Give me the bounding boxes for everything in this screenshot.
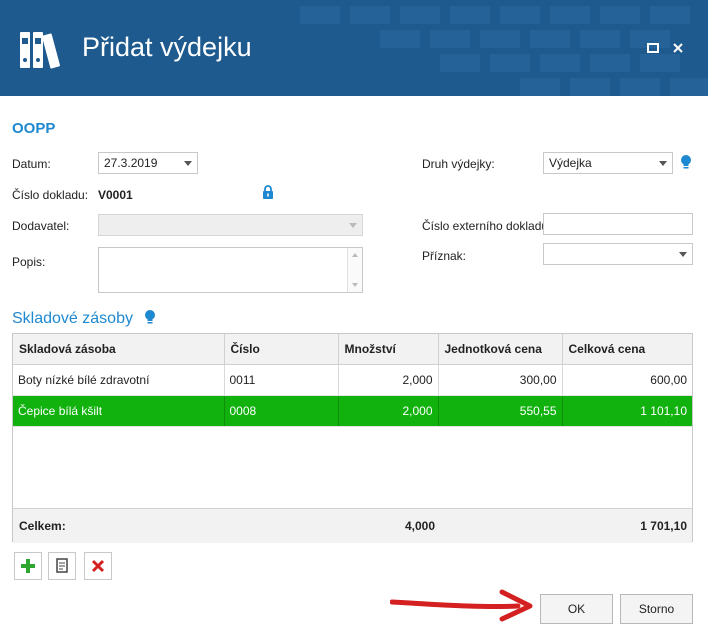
cell-total: 600,00 — [562, 364, 692, 396]
footer-qty: 4,000 — [404, 519, 435, 533]
externi-label: Číslo externího dokladu: — [422, 219, 552, 233]
stock-table: Skladová zásoba Číslo Množství Jednotkov… — [13, 334, 692, 427]
datum-value: 27.3.2019 — [104, 156, 158, 170]
window-title: Přidat výdejku — [82, 32, 252, 62]
cislo-dokladu-value: V0001 — [98, 188, 133, 202]
druh-select[interactable]: Výdejka — [543, 152, 673, 174]
chevron-down-icon[interactable] — [659, 161, 667, 166]
column-header[interactable]: Jednotková cena — [438, 334, 563, 365]
cell-unit-price: 300,00 — [438, 364, 563, 396]
dodavatel-label: Dodavatel: — [12, 219, 70, 233]
chevron-down-icon — [349, 223, 357, 228]
column-header[interactable]: Celková cena — [562, 334, 692, 365]
stock-section-title: Skladové zásoby — [12, 310, 133, 327]
chevron-down-icon[interactable] — [679, 252, 687, 257]
table-row-selected[interactable]: Čepice bílá kšilt 0008 2,000 550,55 1 10… — [13, 395, 692, 427]
maximize-icon[interactable] — [646, 42, 660, 56]
column-header[interactable]: Číslo — [224, 334, 339, 365]
cell-name: Boty nízké bílé zdravotní — [13, 364, 225, 396]
lightbulb-icon[interactable] — [680, 154, 692, 170]
table-footer: Celkem: 4,000 1 701,10 — [13, 508, 692, 543]
priznak-select[interactable] — [543, 243, 693, 265]
table-row[interactable]: Boty nízké bílé zdravotní 0011 2,000 300… — [13, 364, 692, 396]
chevron-down-icon[interactable] — [184, 161, 192, 166]
ok-button[interactable]: OK — [540, 594, 613, 624]
cell-qty: 2,000 — [338, 395, 439, 427]
stock-grid[interactable]: Skladová zásoba Číslo Množství Jednotkov… — [12, 333, 693, 543]
cislo-dokladu-label: Číslo dokladu: — [12, 188, 89, 202]
dodavatel-field[interactable] — [98, 214, 363, 236]
druh-value: Výdejka — [549, 156, 592, 170]
popis-label: Popis: — [12, 255, 46, 269]
footer-total: 1 701,10 — [640, 519, 687, 533]
delete-row-button[interactable] — [84, 552, 112, 580]
cell-unit-price: 550,55 — [438, 395, 563, 427]
section-title: OOPP — [12, 120, 56, 137]
footer-label: Celkem: — [19, 519, 66, 533]
datum-field[interactable]: 27.3.2019 — [98, 152, 198, 174]
lock-icon[interactable] — [262, 185, 274, 199]
popis-textarea[interactable] — [98, 247, 363, 293]
edit-row-button[interactable] — [48, 552, 76, 580]
textarea-scrollbar[interactable] — [347, 248, 362, 292]
plus-icon — [21, 559, 35, 573]
column-header[interactable]: Skladová zásoba — [13, 334, 225, 365]
datum-label: Datum: — [12, 157, 51, 171]
document-icon — [56, 558, 68, 573]
cell-name: Čepice bílá kšilt — [13, 395, 225, 427]
cell-number: 0008 — [224, 395, 339, 427]
priznak-label: Příznak: — [422, 249, 467, 263]
cell-qty: 2,000 — [338, 364, 439, 396]
cell-number: 0011 — [224, 364, 339, 396]
binders-icon — [20, 32, 61, 69]
druh-label: Druh výdejky: — [422, 157, 495, 171]
lightbulb-icon[interactable] — [144, 309, 156, 325]
table-header-row: Skladová zásoba Číslo Množství Jednotkov… — [13, 334, 692, 365]
externi-field[interactable] — [543, 213, 693, 235]
close-icon[interactable] — [671, 42, 685, 56]
storno-button[interactable]: Storno — [620, 594, 693, 624]
delete-icon — [91, 559, 105, 573]
add-row-button[interactable] — [14, 552, 42, 580]
red-arrow-annotation — [390, 589, 533, 622]
column-header[interactable]: Množství — [338, 334, 439, 365]
cell-total: 1 101,10 — [562, 395, 692, 427]
title-bar: Přidat výdejku — [0, 0, 708, 96]
